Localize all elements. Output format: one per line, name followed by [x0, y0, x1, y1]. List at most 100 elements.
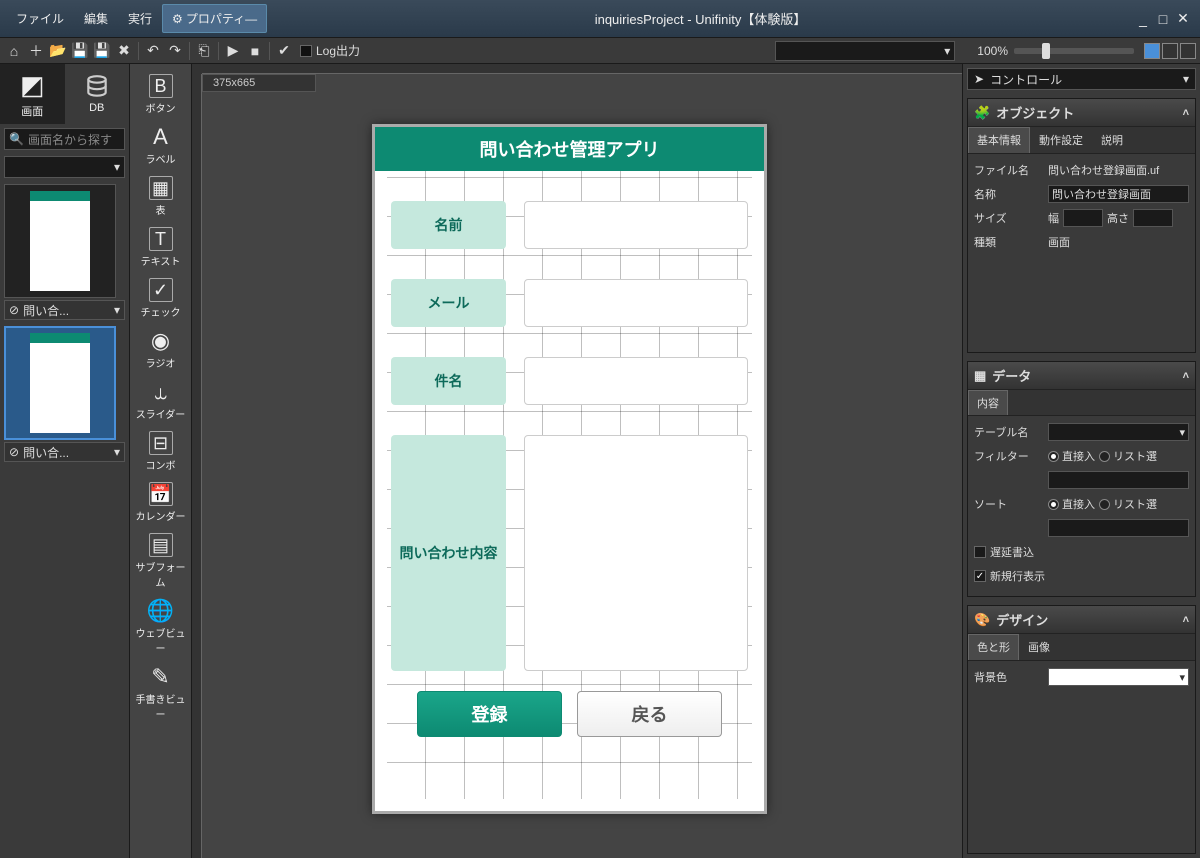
tab-color-shape[interactable]: 色と形	[968, 634, 1019, 660]
chevron-down-icon: ▾	[114, 445, 120, 459]
input-content[interactable]	[524, 435, 748, 671]
play-icon[interactable]: ▶	[223, 41, 243, 61]
tab-db[interactable]: DB	[65, 64, 130, 124]
tool-handwrite[interactable]: ✎手書きビュー	[132, 661, 190, 727]
tool-button[interactable]: Bボタン	[132, 70, 190, 121]
collapse-icon[interactable]: ˄	[1183, 107, 1189, 119]
separator	[269, 42, 270, 60]
filter-direct[interactable]: 直接入	[1048, 448, 1095, 464]
app-header[interactable]: 問い合わせ管理アプリ	[375, 127, 764, 171]
save-icon[interactable]: 💾	[70, 41, 90, 61]
titlebar: ファイル 編集 実行 ⚙プロパティ― inquiriesProject - Un…	[0, 0, 1200, 38]
label-subject[interactable]: 件名	[391, 357, 506, 405]
database-icon	[84, 74, 110, 100]
tool-webview[interactable]: 🌐ウェブビュー	[132, 595, 190, 661]
back-button[interactable]: 戻る	[577, 691, 722, 737]
view-mode-3[interactable]	[1180, 43, 1196, 59]
add-icon[interactable]: ＋	[26, 41, 46, 61]
screen-icon: ◩	[20, 70, 45, 101]
globe-icon: 🌐	[149, 599, 173, 623]
canvas-area[interactable]: 375x665 問い合わせ管理アプリ 名前 メール 件名 問い合わせ内容	[192, 64, 962, 858]
table-name-label: テーブル名	[974, 424, 1044, 440]
filter-list[interactable]: リスト選	[1099, 448, 1157, 464]
tool-text[interactable]: Tテキスト	[132, 223, 190, 274]
input-subject[interactable]	[524, 357, 748, 405]
main-menu: ファイル 編集 実行 ⚙プロパティ―	[0, 4, 267, 33]
screen-thumb-2[interactable]: ⊘問い合...▾	[4, 326, 125, 462]
minimize-button[interactable]: _	[1134, 10, 1152, 28]
toolbar-combo[interactable]: ▾	[775, 41, 955, 61]
chevron-down-icon: ▾	[114, 303, 120, 317]
collapse-icon[interactable]: ˄	[1183, 370, 1189, 382]
bgcolor-combo[interactable]: ▾	[1048, 668, 1189, 686]
undo-icon[interactable]: ↶	[143, 41, 163, 61]
close-button[interactable]: ✕	[1174, 10, 1192, 28]
save-all-icon[interactable]: 💾	[92, 41, 112, 61]
maximize-button[interactable]: □	[1154, 10, 1172, 28]
tab-description[interactable]: 説明	[1092, 127, 1132, 153]
view-mode-1[interactable]	[1144, 43, 1160, 59]
log-output-toggle[interactable]: Log出力	[300, 42, 360, 59]
panel-data-header[interactable]: ▦ データ ˄	[968, 362, 1195, 390]
screen-filter-combo[interactable]: ▾	[4, 156, 125, 178]
tool-check[interactable]: ✓チェック	[132, 274, 190, 325]
tab-screen[interactable]: ◩ 画面	[0, 64, 65, 124]
input-mail[interactable]	[524, 279, 748, 327]
menu-edit[interactable]: 編集	[74, 4, 118, 33]
tab-basic-info[interactable]: 基本情報	[968, 127, 1030, 153]
view-mode-2[interactable]	[1162, 43, 1178, 59]
height-input[interactable]	[1133, 209, 1173, 227]
label-name[interactable]: 名前	[391, 201, 506, 249]
tool-label[interactable]: Aラベル	[132, 121, 190, 172]
register-button[interactable]: 登録	[417, 691, 562, 737]
delete-icon[interactable]: ✖	[114, 41, 134, 61]
text-icon: T	[149, 227, 173, 251]
device-frame[interactable]: 問い合わせ管理アプリ 名前 メール 件名 問い合わせ内容	[372, 124, 767, 814]
control-selector[interactable]: ➤ コントロール ▾	[967, 68, 1196, 90]
tab-content[interactable]: 内容	[968, 390, 1008, 415]
name-input[interactable]: 問い合わせ登録画面	[1048, 185, 1189, 203]
sort-list[interactable]: リスト選	[1099, 496, 1157, 512]
tool-calendar[interactable]: 📅カレンダー	[132, 478, 190, 529]
tool-slider[interactable]: ⥿スライダー	[132, 376, 190, 427]
input-name[interactable]	[524, 201, 748, 249]
zoom-slider[interactable]	[1014, 48, 1134, 54]
panel-design-header[interactable]: 🎨 デザイン ˄	[968, 606, 1195, 634]
filename-value: 問い合わせ登録画面.uf	[1048, 162, 1189, 178]
check-icon[interactable]: ✔	[274, 41, 294, 61]
stop-icon[interactable]: ■	[245, 41, 265, 61]
slider-icon: ⥿	[149, 380, 173, 404]
tab-image[interactable]: 画像	[1019, 634, 1059, 660]
tool-radio[interactable]: ◉ラジオ	[132, 325, 190, 376]
tab-action-settings[interactable]: 動作設定	[1030, 127, 1092, 153]
menu-file[interactable]: ファイル	[6, 4, 74, 33]
label-content[interactable]: 問い合わせ内容	[391, 435, 506, 671]
delayed-write-check[interactable]: 遅延書込	[974, 542, 1189, 562]
panel-design: 🎨 デザイン ˄ 色と形 画像 背景色 ▾	[967, 605, 1196, 854]
label-mail[interactable]: メール	[391, 279, 506, 327]
palette-icon: 🎨	[974, 612, 990, 628]
subform-icon: ▤	[149, 533, 173, 557]
collapse-icon[interactable]: ˄	[1183, 614, 1189, 626]
table-name-combo[interactable]: ▾	[1048, 423, 1189, 441]
search-input[interactable]: 🔍 画面名から探す	[4, 128, 125, 150]
open-icon[interactable]: 📂	[48, 41, 68, 61]
show-new-row-check[interactable]: ✓新規行表示	[974, 566, 1189, 586]
redo-icon[interactable]: ↷	[165, 41, 185, 61]
home-icon[interactable]: ⌂	[4, 41, 24, 61]
size-label: サイズ	[974, 210, 1044, 226]
menu-property[interactable]: ⚙プロパティ―	[162, 4, 267, 33]
panel-object-header[interactable]: 🧩 オブジェクト ˄	[968, 99, 1195, 127]
tool-subform[interactable]: ▤サブフォーム	[132, 529, 190, 595]
sort-direct[interactable]: 直接入	[1048, 496, 1095, 512]
tool-table[interactable]: ▦表	[132, 172, 190, 223]
screen-thumb-1[interactable]: ⊘問い合...▾	[4, 184, 125, 320]
menu-run[interactable]: 実行	[118, 4, 162, 33]
width-input[interactable]	[1063, 209, 1103, 227]
check-icon: ✓	[149, 278, 173, 302]
wifi-icon[interactable]: ⎗	[194, 41, 214, 61]
filter-input[interactable]	[1048, 471, 1189, 489]
tool-combo[interactable]: ⊟コンボ	[132, 427, 190, 478]
slider-thumb[interactable]	[1042, 43, 1050, 59]
sort-input[interactable]	[1048, 519, 1189, 537]
